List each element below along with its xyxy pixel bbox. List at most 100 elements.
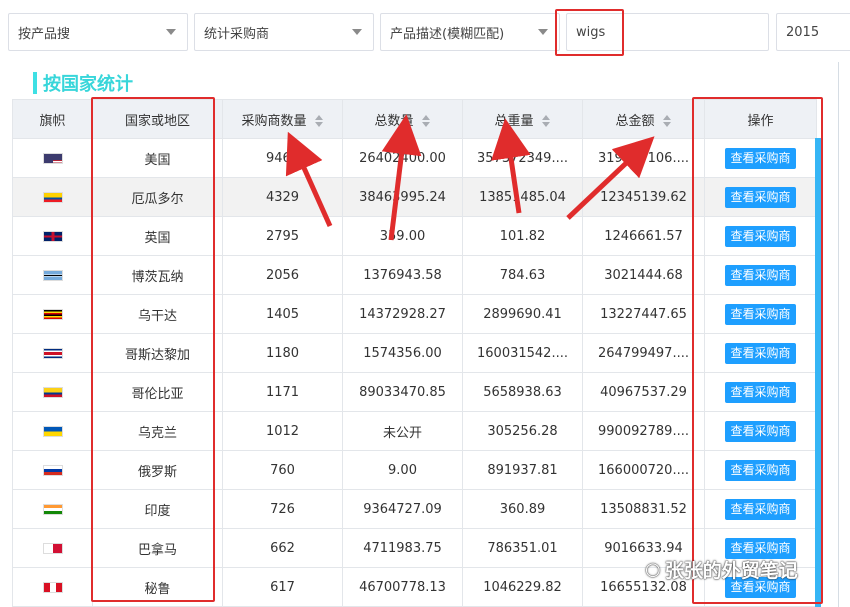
watermark: ○ 张张的外贸笔记 bbox=[645, 556, 798, 583]
sort-icon[interactable] bbox=[662, 115, 672, 127]
flag-cell bbox=[12, 333, 93, 373]
action-cell: 查看采购商 bbox=[704, 138, 817, 178]
buyers-cell: 9468 bbox=[222, 138, 343, 178]
table-row: 厄瓜多尔 4329 38463995.24 13851485.04 12345139.6… bbox=[12, 177, 817, 217]
buyers-cell: 1012 bbox=[222, 411, 343, 451]
flag-cell bbox=[12, 216, 93, 256]
table-row: 俄罗斯 760 9.00 891937.81 166000720.... 查看采购商 bbox=[12, 450, 817, 490]
table-row: 乌干达 1405 14372928.27 2899690.41 13227447.65 查… bbox=[12, 294, 817, 334]
russia-flag-icon bbox=[42, 464, 63, 476]
year-value: 2015 bbox=[786, 24, 820, 40]
amount-cell: 13508831.52 bbox=[582, 489, 705, 529]
weight-cell: 13851485.04 bbox=[462, 177, 583, 217]
action-cell: 查看采购商 bbox=[704, 411, 817, 451]
buyers-cell: 4329 bbox=[222, 177, 343, 217]
table-row: 哥伦比亚 1171 89033470.85 5658938.63 40967537.29… bbox=[12, 372, 817, 412]
weight-cell: 5658938.63 bbox=[462, 372, 583, 412]
country-cell: 巴拿马 bbox=[92, 528, 223, 568]
table-row: 乌克兰 1012 未公开 305256.28 990092789.... 查看采购商 bbox=[12, 411, 817, 451]
quantity-cell: 14372928.27 bbox=[342, 294, 463, 334]
action-cell: 查看采购商 bbox=[704, 216, 817, 256]
view-buyers-button[interactable]: 查看采购商 bbox=[725, 381, 796, 403]
header-quantity[interactable]: 总数量 bbox=[342, 99, 463, 139]
quantity-cell: 46700778.13 bbox=[342, 567, 463, 607]
header-buyers[interactable]: 采购商数量 bbox=[222, 99, 343, 139]
buyers-cell: 617 bbox=[222, 567, 343, 607]
flag-cell bbox=[12, 138, 93, 178]
view-buyers-button[interactable]: 查看采购商 bbox=[725, 303, 796, 325]
header-weight[interactable]: 总重量 bbox=[462, 99, 583, 139]
panama-flag-icon bbox=[42, 542, 63, 554]
year-select[interactable]: 2015 bbox=[776, 13, 850, 51]
buyers-cell: 1405 bbox=[222, 294, 343, 334]
country-cell: 美国 bbox=[92, 138, 223, 178]
keyword-value: wigs bbox=[576, 24, 606, 40]
stat-type-value: 统计采购商 bbox=[204, 26, 270, 42]
header-amount[interactable]: 总金额 bbox=[582, 99, 705, 139]
country-cell: 秘鲁 bbox=[92, 567, 223, 607]
ecuador-flag-icon bbox=[42, 191, 63, 203]
weight-cell: 891937.81 bbox=[462, 450, 583, 490]
search-mode-select[interactable]: 按产品搜 bbox=[8, 13, 188, 51]
uk-flag-icon bbox=[42, 230, 63, 242]
amount-cell: 264799497.... bbox=[582, 333, 705, 373]
action-cell: 查看采购商 bbox=[704, 177, 817, 217]
action-cell: 查看采购商 bbox=[704, 333, 817, 373]
chevron-down-icon bbox=[166, 29, 176, 35]
view-buyers-button[interactable]: 查看采购商 bbox=[725, 498, 796, 520]
section-title-text: 按国家统计 bbox=[43, 74, 133, 95]
section-title: 按国家统计 bbox=[33, 71, 133, 95]
buyers-cell: 1171 bbox=[222, 372, 343, 412]
weight-cell: 360.89 bbox=[462, 489, 583, 529]
keyword-input[interactable]: wigs bbox=[566, 13, 769, 51]
table-row: 印度 726 9364727.09 360.89 13508831.52 查看采购商 bbox=[12, 489, 817, 529]
weight-cell: 160031542.... bbox=[462, 333, 583, 373]
buyers-cell: 662 bbox=[222, 528, 343, 568]
view-buyers-button[interactable]: 查看采购商 bbox=[725, 420, 796, 442]
weight-cell: 1046229.82 bbox=[462, 567, 583, 607]
view-buyers-button[interactable]: 查看采购商 bbox=[725, 225, 796, 247]
view-buyers-button[interactable]: 查看采购商 bbox=[725, 147, 796, 169]
weight-cell: 786351.01 bbox=[462, 528, 583, 568]
header-country: 国家或地区 bbox=[92, 99, 223, 139]
country-cell: 哥伦比亚 bbox=[92, 372, 223, 412]
view-buyers-button[interactable]: 查看采购商 bbox=[725, 459, 796, 481]
flag-cell bbox=[12, 450, 93, 490]
weight-cell: 357372349.... bbox=[462, 138, 583, 178]
us-flag-icon bbox=[42, 152, 63, 164]
sort-icon[interactable] bbox=[421, 115, 431, 127]
match-mode-select[interactable]: 产品描述(模糊匹配) bbox=[380, 13, 560, 51]
sort-icon[interactable] bbox=[541, 115, 551, 127]
view-buyers-button[interactable]: 查看采购商 bbox=[725, 186, 796, 208]
wechat-icon: ○ bbox=[645, 559, 661, 580]
buyers-cell: 1180 bbox=[222, 333, 343, 373]
scrollbar[interactable] bbox=[815, 138, 821, 607]
flag-cell bbox=[12, 567, 93, 607]
flag-cell bbox=[12, 372, 93, 412]
colombia-flag-icon bbox=[42, 386, 63, 398]
ukraine-flag-icon bbox=[42, 425, 63, 437]
action-cell: 查看采购商 bbox=[704, 489, 817, 529]
sort-icon[interactable] bbox=[314, 115, 324, 127]
flag-cell bbox=[12, 294, 93, 334]
chevron-down-icon bbox=[538, 29, 548, 35]
buyers-cell: 760 bbox=[222, 450, 343, 490]
quantity-cell: 4711983.75 bbox=[342, 528, 463, 568]
header-flag: 旗帜 bbox=[12, 99, 93, 139]
weight-cell: 305256.28 bbox=[462, 411, 583, 451]
view-buyers-button[interactable]: 查看采购商 bbox=[725, 342, 796, 364]
view-buyers-button[interactable]: 查看采购商 bbox=[725, 264, 796, 286]
quantity-cell: 1574356.00 bbox=[342, 333, 463, 373]
uganda-flag-icon bbox=[42, 308, 63, 320]
amount-cell: 319077106.... bbox=[582, 138, 705, 178]
weight-cell: 2899690.41 bbox=[462, 294, 583, 334]
amount-cell: 990092789.... bbox=[582, 411, 705, 451]
country-cell: 英国 bbox=[92, 216, 223, 256]
stat-type-select[interactable]: 统计采购商 bbox=[194, 13, 374, 51]
india-flag-icon bbox=[42, 503, 63, 515]
costa-rica-flag-icon bbox=[42, 347, 63, 359]
quantity-cell: 1376943.58 bbox=[342, 255, 463, 295]
header-action: 操作 bbox=[704, 99, 817, 139]
search-mode-value: 按产品搜 bbox=[18, 26, 71, 42]
table-row: 美国 9468 26402400.00 357372349.... 319077106.… bbox=[12, 138, 817, 178]
